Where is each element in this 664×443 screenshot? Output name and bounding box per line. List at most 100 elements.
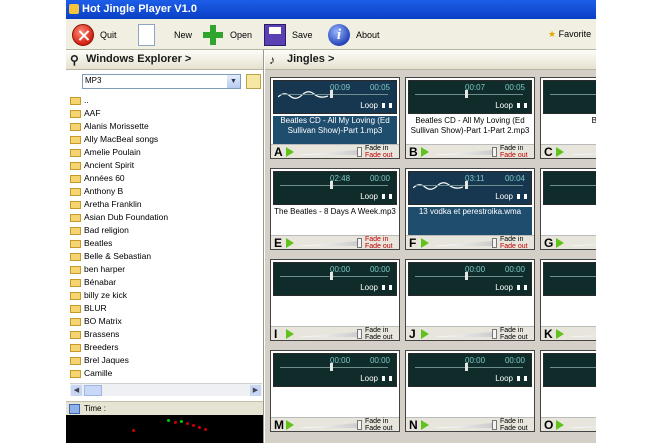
position-track[interactable] xyxy=(415,185,523,186)
position-track[interactable] xyxy=(550,276,596,277)
position-track[interactable] xyxy=(280,94,388,95)
play-icon[interactable] xyxy=(556,420,564,430)
fade-out-label[interactable]: Fade out xyxy=(500,152,528,158)
chevron-down-icon[interactable]: ▼ xyxy=(227,75,240,88)
folder-item[interactable]: BO Matrix xyxy=(70,315,260,328)
fade-options[interactable]: Fade in Fade out xyxy=(500,145,528,158)
volume-slider[interactable] xyxy=(298,241,358,246)
fade-out-label[interactable]: Fade out xyxy=(365,425,393,431)
jingle-card[interactable]: LoopBeatlesCFade inFade out xyxy=(540,77,596,159)
loop-toggle-icon[interactable] xyxy=(517,103,527,108)
volume-slider[interactable] xyxy=(433,332,493,337)
folder-up-button[interactable] xyxy=(246,74,261,89)
folder-item[interactable]: AAF xyxy=(70,107,260,120)
position-knob[interactable] xyxy=(330,272,333,280)
folder-item[interactable]: .. xyxy=(70,94,260,107)
loop-label[interactable]: Loop xyxy=(360,101,378,110)
loop-toggle-icon[interactable] xyxy=(517,376,527,381)
fade-in-label[interactable]: Fade in xyxy=(500,418,528,425)
volume-knob[interactable] xyxy=(357,329,362,339)
position-track[interactable] xyxy=(280,367,388,368)
play-icon[interactable] xyxy=(286,238,294,248)
volume-slider[interactable] xyxy=(568,332,596,337)
volume-knob[interactable] xyxy=(492,329,497,339)
loop-label[interactable]: Loop xyxy=(360,374,378,383)
fade-out-label[interactable]: Fade out xyxy=(365,334,393,340)
folder-item[interactable]: Amelie Poulain xyxy=(70,146,260,159)
fade-out-label[interactable]: Fade out xyxy=(365,152,393,158)
jingle-card[interactable]: Loop GFade inFade out xyxy=(540,168,596,250)
play-icon[interactable] xyxy=(286,420,294,430)
position-knob[interactable] xyxy=(330,90,333,98)
loop-toggle-icon[interactable] xyxy=(382,285,392,290)
fade-in-label[interactable]: Fade in xyxy=(500,327,528,334)
fade-options[interactable]: Fade in Fade out xyxy=(500,327,528,340)
fade-options[interactable]: Fade in Fade out xyxy=(500,236,528,249)
about-button[interactable]: i About xyxy=(328,22,380,47)
volume-knob[interactable] xyxy=(492,238,497,248)
position-track[interactable] xyxy=(415,367,523,368)
play-icon[interactable] xyxy=(286,147,294,157)
play-icon[interactable] xyxy=(556,329,564,339)
loop-toggle-icon[interactable] xyxy=(382,194,392,199)
jingle-card[interactable]: 00:00 00:00 Loop I Fade in Fade out xyxy=(270,259,400,341)
save-button[interactable]: Save xyxy=(264,22,313,47)
fade-out-label[interactable]: Fade out xyxy=(500,334,528,340)
scroll-right-icon[interactable]: ▶ xyxy=(250,385,261,396)
jingle-card[interactable]: 03:11 00:04 Loop 13 vodka et perestroika.wm… xyxy=(405,168,535,250)
position-track[interactable] xyxy=(550,94,596,95)
fade-options[interactable]: Fade in Fade out xyxy=(365,145,393,158)
folder-item[interactable]: Camille xyxy=(70,367,260,380)
favorite-button[interactable]: ★ Favorite xyxy=(548,29,591,40)
jingle-card[interactable]: 00:00 00:00 Loop J Fade in Fade out xyxy=(405,259,535,341)
folder-item[interactable]: Ancient Spirit xyxy=(70,159,260,172)
loop-label[interactable]: Loop xyxy=(360,283,378,292)
horizontal-scrollbar[interactable]: ◀ ▶ xyxy=(70,383,262,396)
loop-label[interactable]: Loop xyxy=(495,101,513,110)
jingle-card[interactable]: 00:00 00:00 Loop N Fade in Fade out xyxy=(405,350,535,432)
fade-options[interactable]: Fade in Fade out xyxy=(365,236,393,249)
position-track[interactable] xyxy=(550,185,596,186)
folder-item[interactable]: Aretha Franklin xyxy=(70,198,260,211)
volume-slider[interactable] xyxy=(568,150,596,155)
folder-item[interactable]: Bad religion xyxy=(70,224,260,237)
loop-toggle-icon[interactable] xyxy=(382,376,392,381)
jingle-card[interactable]: 00:07 00:05 Loop Beatles CD - All My Loving… xyxy=(405,77,535,159)
volume-knob[interactable] xyxy=(357,238,362,248)
volume-slider[interactable] xyxy=(298,150,358,155)
folder-item[interactable]: Années 60 xyxy=(70,172,260,185)
fade-in-label[interactable]: Fade in xyxy=(365,327,393,334)
loop-label[interactable]: Loop xyxy=(495,374,513,383)
folder-item[interactable]: Alanis Morissette xyxy=(70,120,260,133)
folder-item[interactable]: Anthony B xyxy=(70,185,260,198)
scroll-thumb[interactable] xyxy=(84,385,102,396)
fade-in-label[interactable]: Fade in xyxy=(500,145,528,152)
loop-toggle-icon[interactable] xyxy=(517,194,527,199)
folder-item[interactable]: ben harper xyxy=(70,263,260,276)
scroll-left-icon[interactable]: ◀ xyxy=(71,385,82,396)
position-track[interactable] xyxy=(550,367,596,368)
volume-knob[interactable] xyxy=(492,147,497,157)
fade-out-label[interactable]: Fade out xyxy=(365,243,393,249)
volume-slider[interactable] xyxy=(298,332,358,337)
position-knob[interactable] xyxy=(330,363,333,371)
position-knob[interactable] xyxy=(465,363,468,371)
loop-toggle-icon[interactable] xyxy=(382,103,392,108)
folder-item[interactable]: BLUR xyxy=(70,302,260,315)
explorer-header[interactable]: ⚲ Windows Explorer > xyxy=(66,50,263,70)
position-knob[interactable] xyxy=(465,181,468,189)
volume-knob[interactable] xyxy=(357,420,362,430)
jingle-card[interactable]: Loop KFade inFade out xyxy=(540,259,596,341)
volume-knob[interactable] xyxy=(492,420,497,430)
folder-item[interactable]: Beatles xyxy=(70,237,260,250)
loop-label[interactable]: Loop xyxy=(495,192,513,201)
play-icon[interactable] xyxy=(421,329,429,339)
new-button[interactable]: New xyxy=(138,22,192,47)
position-track[interactable] xyxy=(415,276,523,277)
folder-item[interactable]: Ally MacBeal songs xyxy=(70,133,260,146)
position-track[interactable] xyxy=(280,276,388,277)
loop-label[interactable]: Loop xyxy=(360,192,378,201)
position-knob[interactable] xyxy=(465,272,468,280)
fade-in-label[interactable]: Fade in xyxy=(500,236,528,243)
play-icon[interactable] xyxy=(556,147,564,157)
